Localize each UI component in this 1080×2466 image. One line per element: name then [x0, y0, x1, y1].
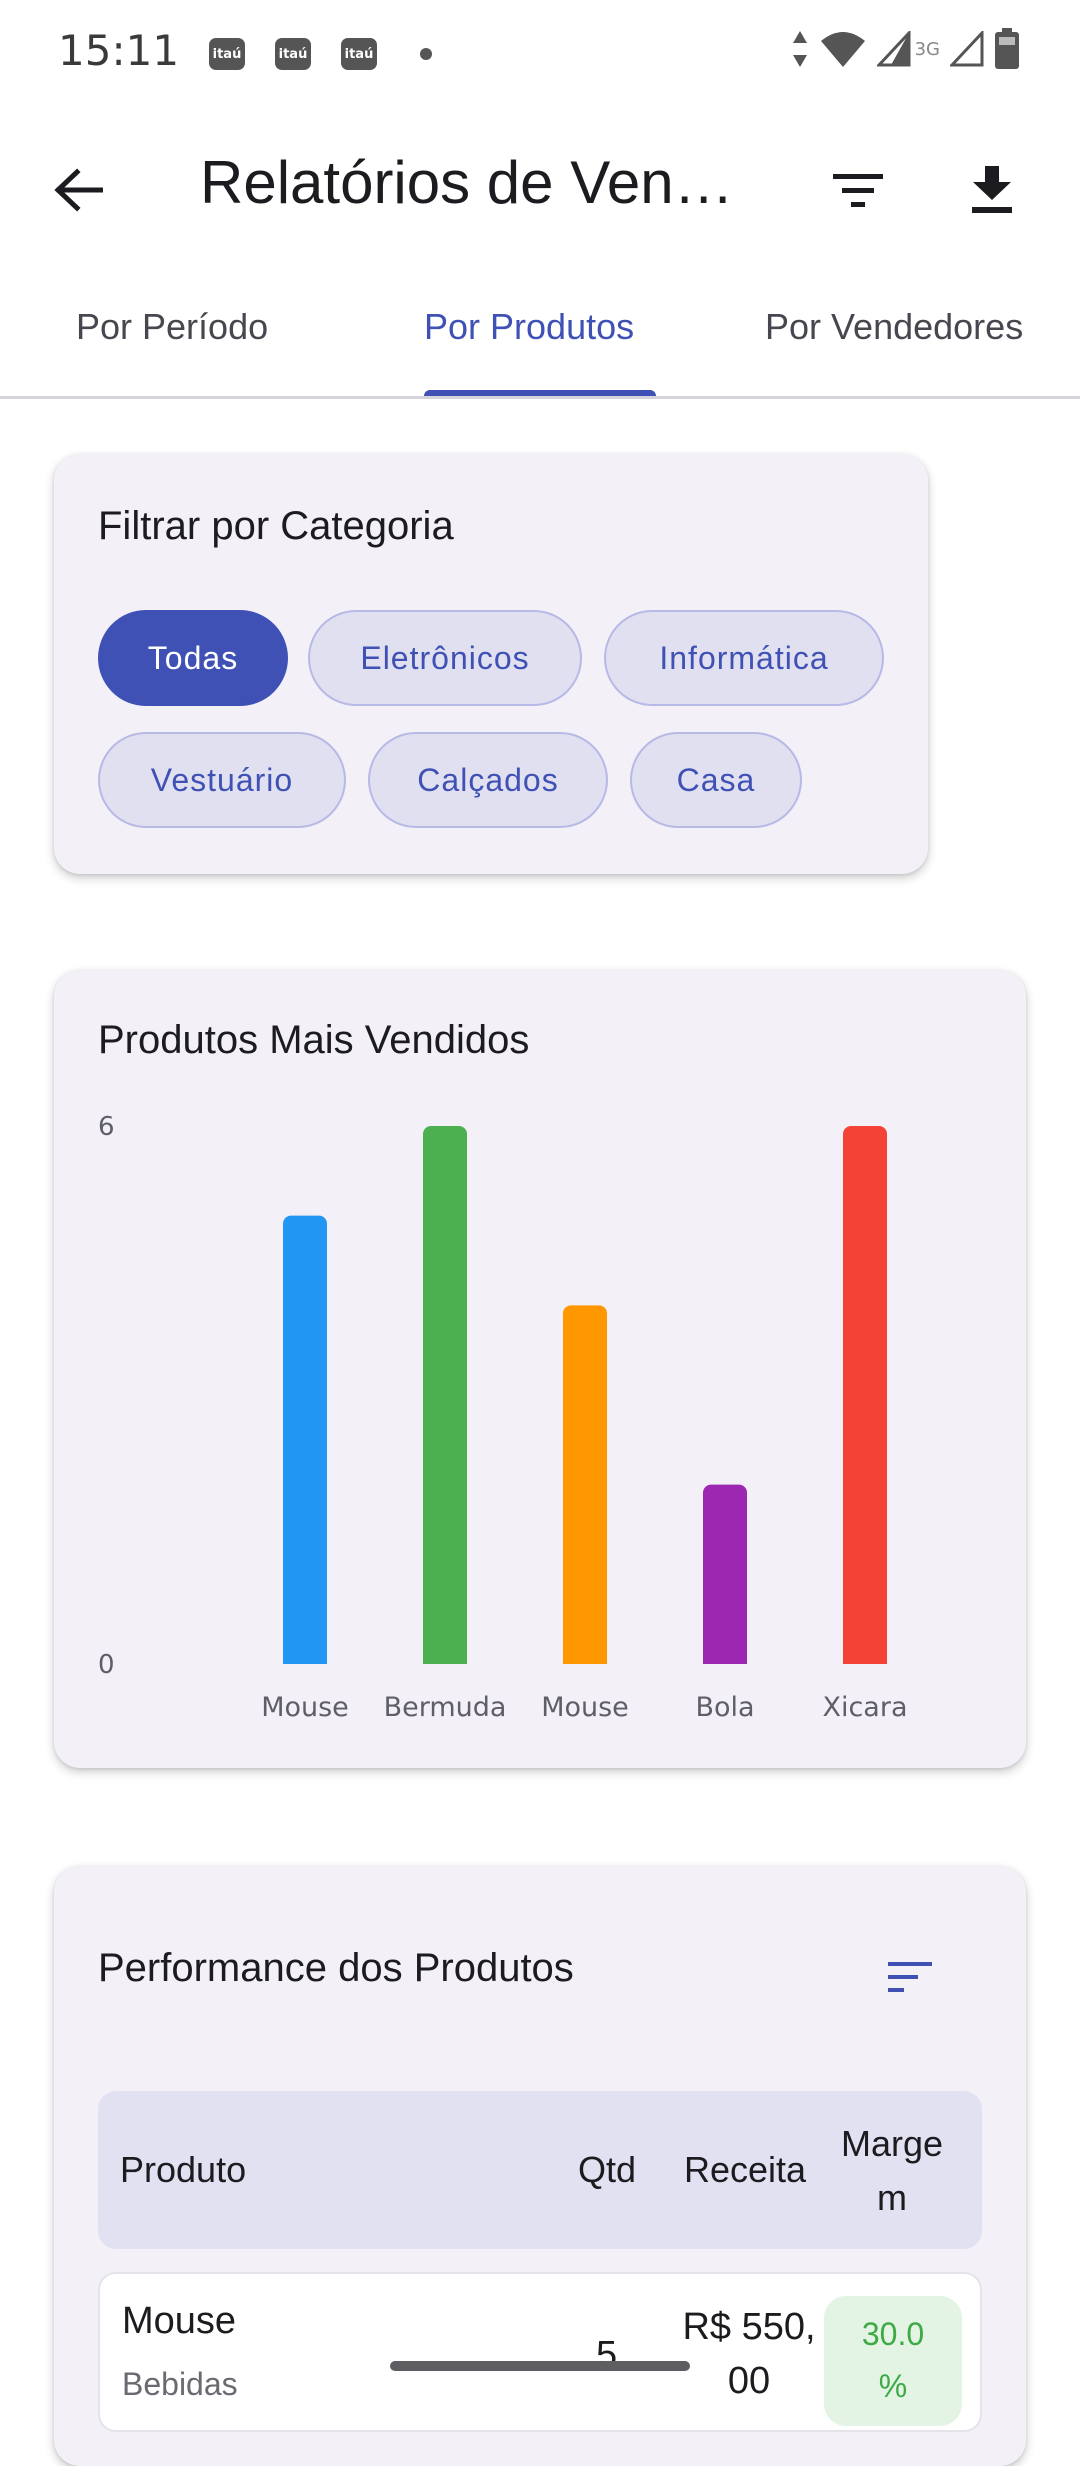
column-header-produto: Produto: [120, 2149, 247, 2190]
app-bar: Relatórios de Ven…: [0, 120, 1080, 250]
status-bar: 15:11 itaú itaú itaú 3G: [0, 0, 1080, 110]
bar-bola[interactable]: [703, 1484, 747, 1664]
product-revenue: R$ 550, 00: [682, 2306, 816, 2402]
itau-notification-icon: itaú: [275, 38, 311, 70]
column-header-qtd: Qtd: [578, 2149, 637, 2190]
performance-card-title: Performance dos Produtos: [98, 1946, 574, 1990]
network-type-label: 3G: [914, 38, 940, 60]
chip-todas[interactable]: Todas: [98, 610, 288, 706]
bar-xicara[interactable]: [843, 1126, 887, 1664]
bar-base: [563, 1654, 607, 1664]
product-performance-card: Performance dos Produtos Produto Qtd Rec…: [54, 1866, 1026, 2466]
x-tick-label: Bola: [695, 1692, 754, 1723]
filter-card-title: Filtrar por Categoria: [98, 504, 454, 548]
tab-por-periodo[interactable]: Por Período: [76, 306, 268, 348]
battery-icon: [995, 28, 1019, 69]
signal-icon: [876, 31, 911, 67]
bar-base: [843, 1654, 887, 1664]
chip-calcados[interactable]: Calçados: [368, 732, 608, 828]
data-arrows-icon: [792, 31, 807, 67]
itau-notification-icon: itaú: [209, 38, 245, 70]
tab-bar: Por Período Por Produtos Por Vendedores: [0, 280, 1080, 399]
top-products-chart-card: Produtos Mais Vendidos 6 0 Mouse Bermuda Mou…: [54, 970, 1026, 1768]
tab-por-vendedores[interactable]: Por Vendedores: [765, 306, 1023, 348]
bar-chart: 6 0 Mouse Bermuda Mouse Bola Xicara: [98, 1112, 908, 1723]
sort-icon: [888, 1962, 932, 1992]
chip-casa[interactable]: Casa: [630, 732, 802, 828]
product-category: Bebidas: [122, 2366, 238, 2402]
bar-bermuda[interactable]: [423, 1126, 467, 1664]
y-tick-label: 0: [98, 1650, 115, 1680]
x-tick-label: Mouse: [541, 1692, 629, 1723]
filter-button[interactable]: [818, 150, 898, 230]
x-tick-label: Xicara: [822, 1692, 907, 1723]
category-filter-card: Filtrar por Categoria Todas Eletrônicos …: [54, 454, 928, 874]
column-header-margem: Marge m: [840, 2123, 944, 2218]
column-header-receita: Receita: [684, 2149, 807, 2190]
chip-vestuario[interactable]: Vestuário: [98, 732, 346, 828]
y-tick-label: 6: [98, 1112, 115, 1142]
product-name: Mouse: [122, 2300, 237, 2342]
bar-base: [703, 1654, 747, 1664]
download-icon: [972, 166, 1012, 213]
table-header: Produto Qtd Receita Marge m: [98, 2091, 982, 2249]
page-title: Relatórios de Ven…: [200, 149, 734, 216]
margin-badge: 30.0 %: [824, 2296, 962, 2426]
more-notifications-icon: [420, 48, 432, 60]
back-button[interactable]: [38, 150, 118, 230]
bar-mouse[interactable]: [283, 1215, 327, 1664]
chip-informatica[interactable]: Informática: [604, 610, 884, 706]
home-indicator[interactable]: [390, 2361, 690, 2371]
bar-base: [283, 1654, 327, 1664]
filter-icon: [833, 174, 883, 207]
chip-eletronicos[interactable]: Eletrônicos: [308, 610, 582, 706]
bar-mouse[interactable]: [563, 1305, 607, 1664]
download-button[interactable]: [952, 150, 1032, 230]
arrow-back-icon: [54, 168, 103, 212]
x-tick-label: Mouse: [261, 1692, 349, 1723]
table-row[interactable]: Mouse Bebidas 5 R$ 550, 00 30.0 %: [98, 2272, 982, 2432]
x-tick-label: Bermuda: [384, 1692, 507, 1723]
active-tab-indicator: [424, 390, 656, 396]
status-time: 15:11: [58, 26, 180, 75]
itau-notification-icon: itaú: [341, 38, 377, 70]
bar-base: [423, 1654, 467, 1664]
system-icons: 3G: [791, 28, 1020, 70]
sort-button[interactable]: [880, 1952, 940, 2002]
wifi-icon: [820, 32, 865, 67]
tab-por-produtos[interactable]: Por Produtos: [424, 306, 634, 348]
signal-icon: [950, 31, 984, 67]
